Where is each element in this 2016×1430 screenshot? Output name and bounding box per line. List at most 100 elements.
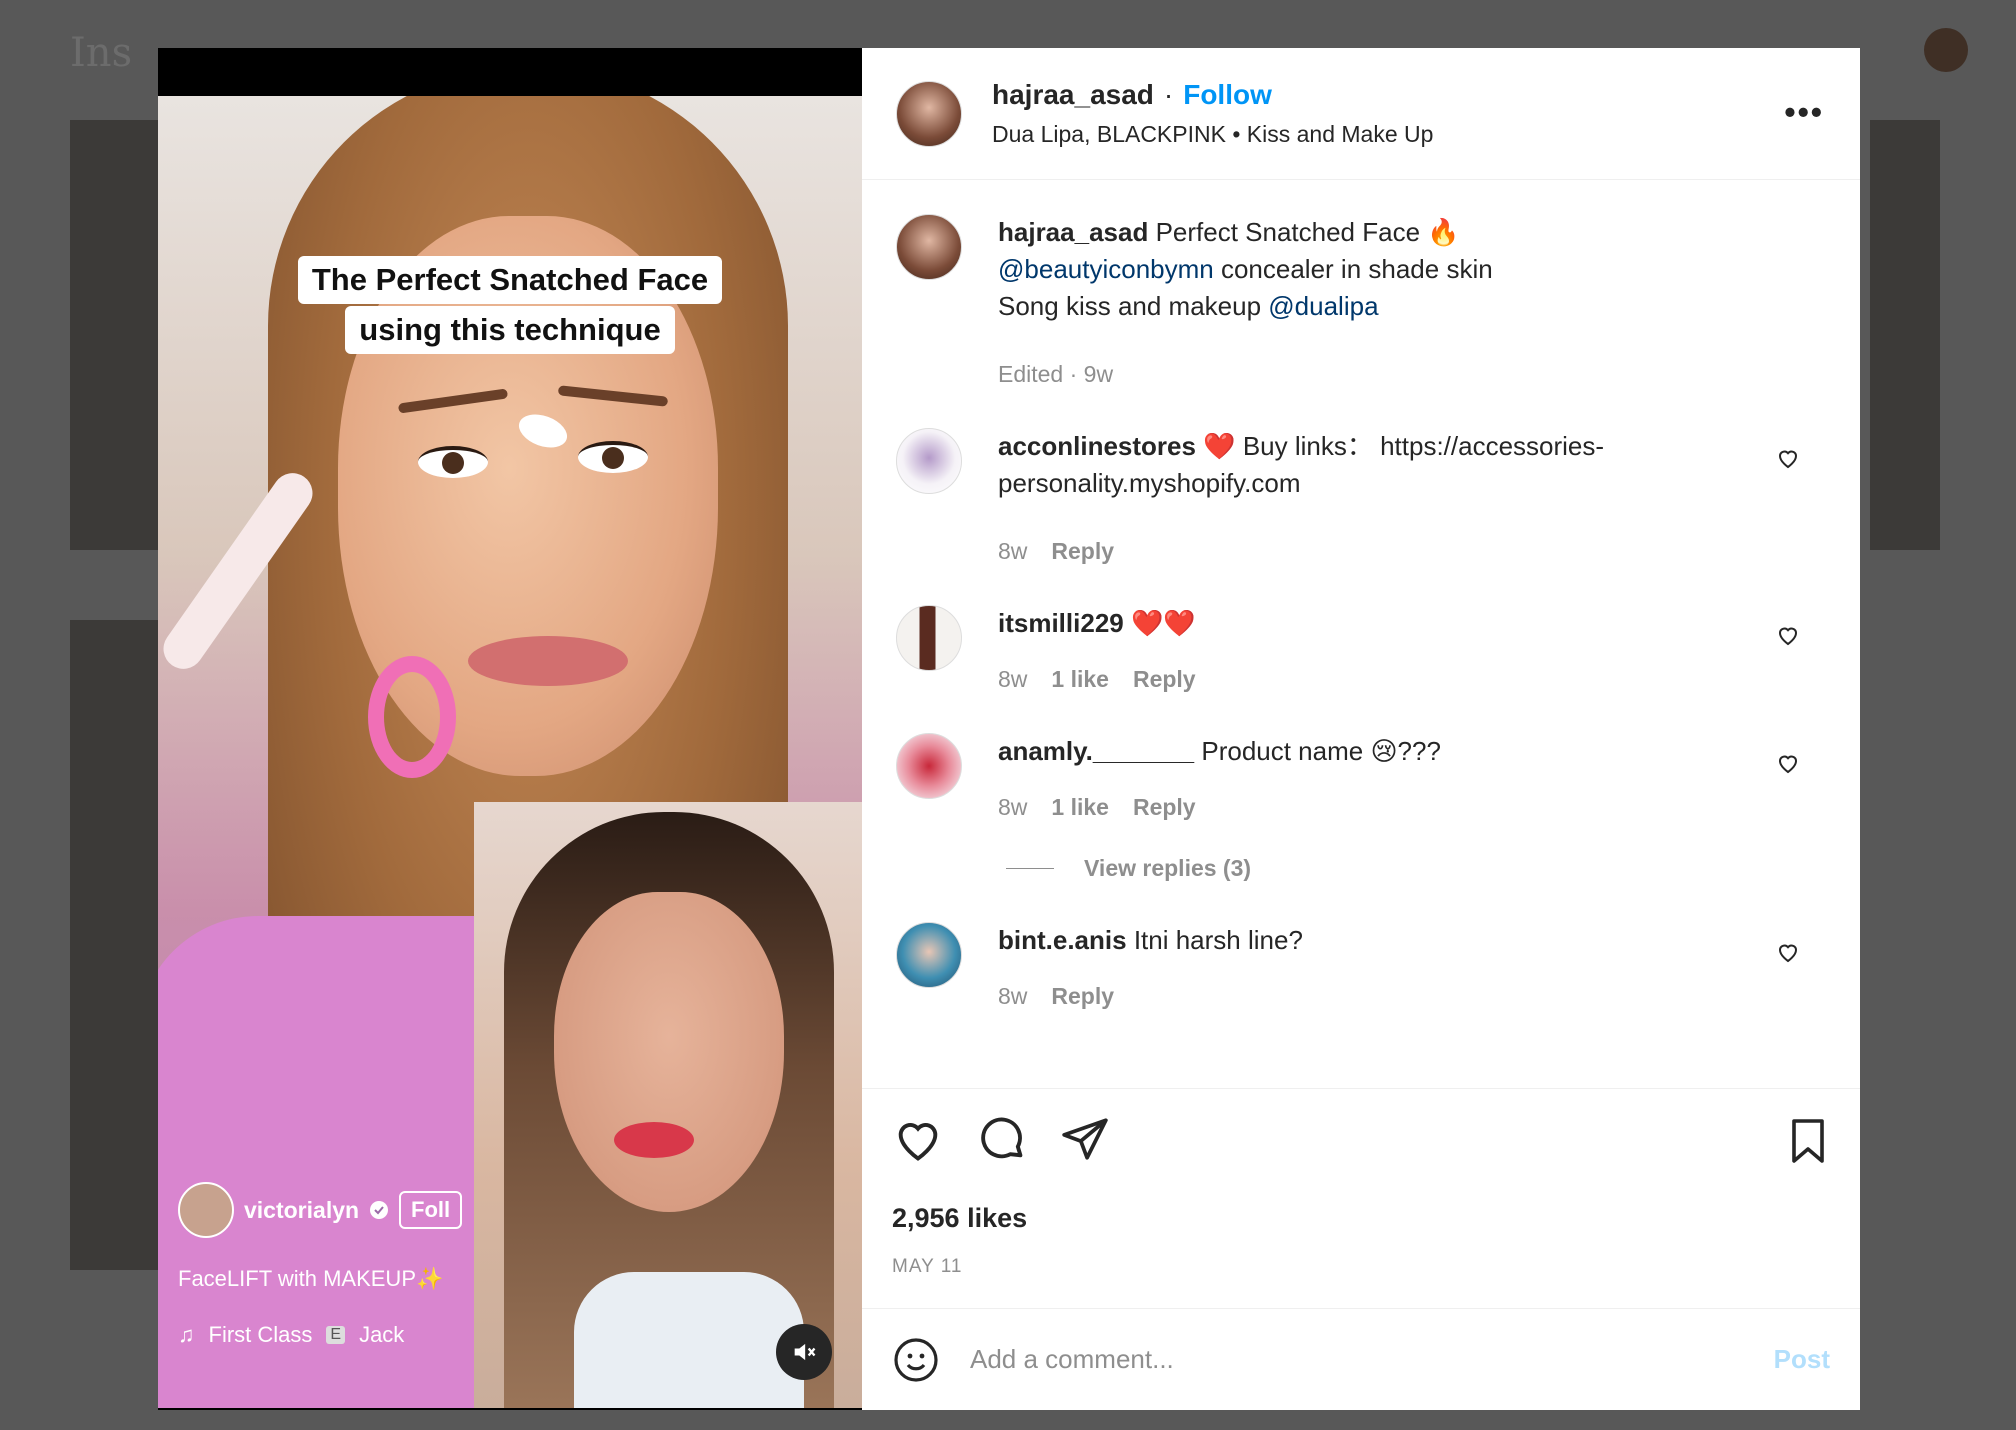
comment-body: acconlinestores ❤️ Buy links： https://ac…: [998, 428, 1826, 565]
comment-body: bint.e.anis Itni harsh line? 8w Reply: [998, 922, 1826, 1010]
action-icons: [892, 1113, 1830, 1165]
pip-face: [554, 892, 784, 1212]
video-caption-line: The Perfect Snatched Face: [297, 256, 723, 304]
follow-button[interactable]: Follow: [1183, 79, 1272, 111]
reel-overlay: victorialyn Foll FaceLIFT with MAKEUP✨ ♫…: [178, 1182, 478, 1348]
audio-track: First Class: [208, 1322, 313, 1347]
more-options-icon[interactable]: •••: [1784, 94, 1824, 131]
verified-icon: [370, 1201, 389, 1219]
add-comment-bar: Add a comment... Post: [862, 1308, 1860, 1410]
comment-item: itsmilli229 ❤️❤️ 8w 1 like Reply: [896, 605, 1826, 693]
instagram-logo-icon: Ins: [70, 30, 133, 76]
heart-icon[interactable]: [1776, 446, 1800, 470]
brow: [397, 388, 509, 414]
bookmark-icon[interactable]: [1786, 1117, 1830, 1165]
audio-artist: Jack: [359, 1322, 405, 1347]
commenter-avatar[interactable]: [896, 428, 962, 494]
post-details-panel: hajraa_asad · Follow Dua Lipa, BLACKPINK…: [862, 48, 1860, 1410]
post-actions: 2,956 likes MAY 11: [862, 1088, 1860, 1308]
commenter-username[interactable]: anamly._______: [998, 736, 1194, 766]
profile-avatar: [1924, 28, 1968, 72]
caption-title: Perfect Snatched Face 🔥: [1155, 217, 1460, 247]
heart-icon[interactable]: [892, 1113, 944, 1165]
heart-icon[interactable]: [1776, 940, 1800, 964]
comment-text: bint.e.anis Itni harsh line?: [998, 922, 1756, 959]
video-text-caption: The Perfect Snatched Face using this tec…: [158, 256, 862, 356]
post-caption: hajraa_asad Perfect Snatched Face 🔥 @bea…: [896, 214, 1826, 388]
heart-icon[interactable]: [1776, 623, 1800, 647]
commenter-username[interactable]: bint.e.anis: [998, 925, 1127, 955]
commenter-username[interactable]: itsmilli229: [998, 608, 1124, 638]
heart-icon[interactable]: [1776, 751, 1800, 775]
caption-username[interactable]: hajraa_asad: [998, 217, 1148, 247]
caption-body: hajraa_asad Perfect Snatched Face 🔥 @bea…: [998, 214, 1826, 388]
explicit-badge: E: [326, 1326, 346, 1344]
comment-likes[interactable]: 1 like: [1051, 794, 1109, 821]
reply-button[interactable]: Reply: [1051, 538, 1114, 565]
view-replies-button[interactable]: View replies (3): [1006, 855, 1826, 882]
eye: [418, 446, 488, 478]
comment-text: acconlinestores ❤️ Buy links： https://ac…: [998, 428, 1756, 502]
audio-attribution[interactable]: Dua Lipa, BLACKPINK • Kiss and Make Up: [992, 121, 1433, 148]
comment-body: anamly._______ Product name 😢??? 8w 1 li…: [998, 733, 1826, 821]
mention-link[interactable]: @beautyiconbymn: [998, 254, 1214, 284]
comment-meta: 8w 1 like Reply: [998, 794, 1756, 821]
comment-icon[interactable]: [976, 1113, 1028, 1165]
commenter-avatar[interactable]: [896, 733, 962, 799]
comment-likes[interactable]: 1 like: [1051, 666, 1109, 693]
likes-count[interactable]: 2,956 likes: [892, 1203, 1830, 1234]
commenter-username[interactable]: acconlinestores: [998, 431, 1196, 461]
reply-button[interactable]: Reply: [1133, 666, 1196, 693]
comment-content: Itni harsh line?: [1133, 925, 1303, 955]
comment-time: 8w: [998, 538, 1028, 564]
header-text: hajraa_asad · Follow Dua Lipa, BLACKPINK…: [992, 79, 1433, 148]
comment-item: bint.e.anis Itni harsh line? 8w Reply: [896, 922, 1826, 1010]
comment-meta: 8w 1 like Reply: [998, 666, 1756, 693]
grid-thumbnail: [70, 620, 160, 1270]
comment-item: acconlinestores ❤️ Buy links： https://ac…: [896, 428, 1826, 565]
caption-text-segment: concealer in shade skin: [1213, 254, 1493, 284]
comment-time: 8w: [998, 666, 1028, 692]
comment-content: ❤️❤️: [1130, 608, 1196, 638]
reply-button[interactable]: Reply: [1051, 983, 1114, 1010]
commenter-avatar[interactable]: [896, 922, 962, 988]
comment-time: 8w: [998, 794, 1028, 820]
caption-timestamp: Edited · 9w: [998, 361, 1114, 387]
header-title-row: hajraa_asad · Follow: [992, 79, 1433, 111]
commenter-avatar[interactable]: [896, 605, 962, 671]
comments-list[interactable]: hajraa_asad Perfect Snatched Face 🔥 @bea…: [862, 180, 1860, 1088]
separator-dot: ·: [1163, 79, 1174, 110]
lips: [468, 636, 628, 686]
comment-item: anamly._______ Product name 😢??? 8w 1 li…: [896, 733, 1826, 821]
comment-input[interactable]: Add a comment...: [970, 1344, 1774, 1375]
pip-lips: [614, 1122, 694, 1158]
reel-creator: victorialyn Foll: [178, 1182, 478, 1238]
video-frame: The Perfect Snatched Face using this tec…: [158, 96, 862, 1408]
post-date: MAY 11: [892, 1256, 963, 1277]
creator-picture-in-picture: [474, 802, 862, 1408]
creator-follow-button: Foll: [399, 1191, 463, 1229]
creator-name: victorialyn: [244, 1196, 360, 1223]
view-replies-label: View replies (3): [1084, 855, 1252, 881]
author-avatar[interactable]: [896, 80, 962, 147]
grid-thumbnail: [70, 120, 160, 550]
post-comment-button[interactable]: Post: [1774, 1344, 1830, 1375]
pip-clothing: [574, 1272, 804, 1408]
emoji-icon[interactable]: [892, 1336, 940, 1384]
author-username[interactable]: hajraa_asad: [992, 79, 1154, 111]
post-header: hajraa_asad · Follow Dua Lipa, BLACKPINK…: [862, 48, 1860, 180]
comment-text: anamly._______ Product name 😢???: [998, 733, 1756, 770]
author-avatar[interactable]: [896, 214, 962, 280]
caption-meta: Edited · 9w: [998, 361, 1756, 388]
reel-video[interactable]: The Perfect Snatched Face using this tec…: [158, 48, 862, 1410]
share-icon[interactable]: [1060, 1114, 1110, 1164]
post-modal: The Perfect Snatched Face using this tec…: [158, 48, 1860, 1410]
mute-button[interactable]: [776, 1324, 832, 1380]
creator-avatar: [178, 1182, 234, 1238]
comment-body: itsmilli229 ❤️❤️ 8w 1 like Reply: [998, 605, 1826, 693]
mention-link[interactable]: @dualipa: [1268, 291, 1378, 321]
reply-button[interactable]: Reply: [1133, 794, 1196, 821]
caption-text-segment: Song kiss and makeup: [998, 291, 1269, 321]
reel-audio: ♫ First Class E Jack: [178, 1322, 478, 1348]
comment-content: Product name 😢???: [1201, 736, 1441, 766]
